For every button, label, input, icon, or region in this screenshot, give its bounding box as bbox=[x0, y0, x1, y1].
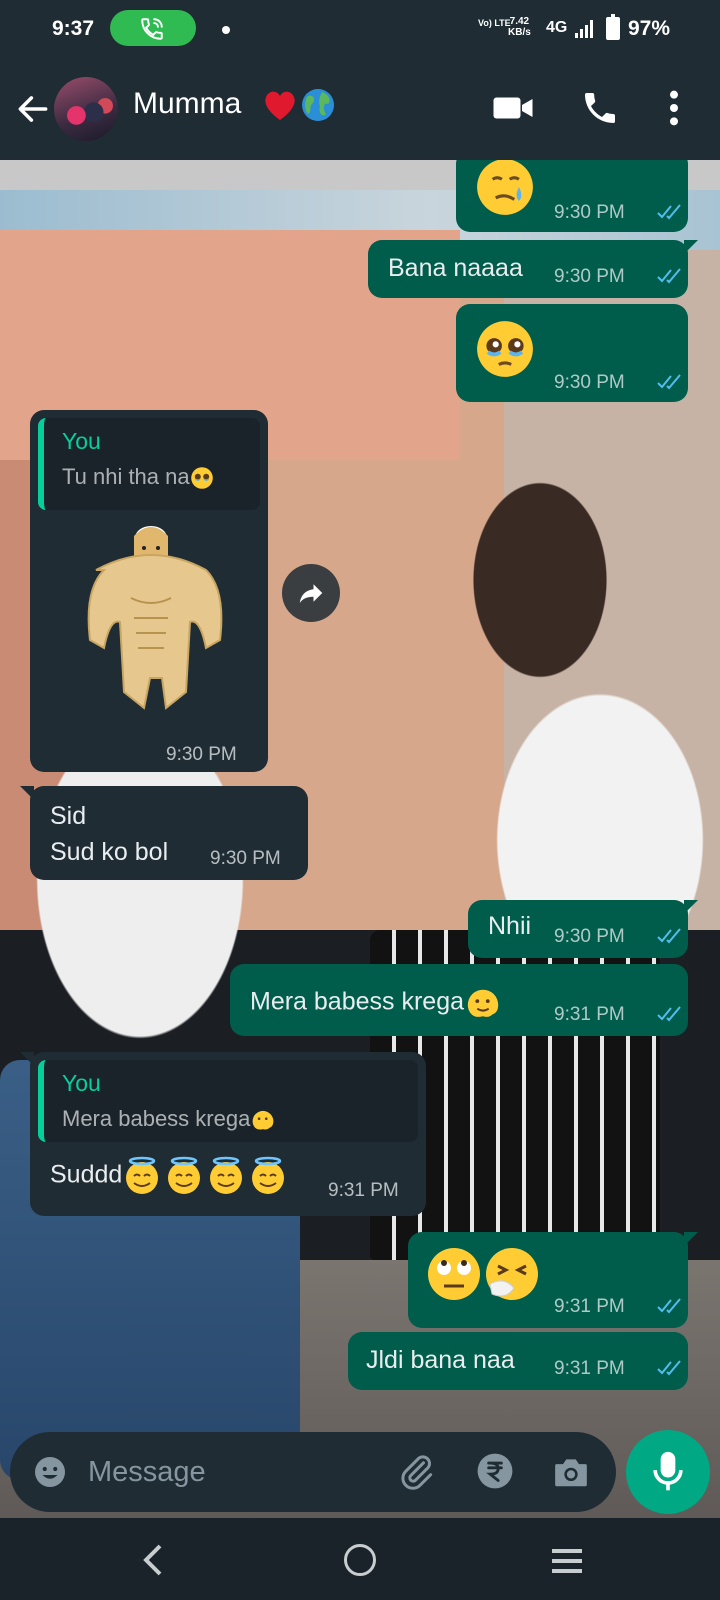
network-speed-unit: KB/s bbox=[508, 27, 531, 38]
status-bar: 9:37 Vo) LTE 7.42 KB/s 4G 97% bbox=[0, 0, 720, 58]
pleading-tears-face-emoji bbox=[477, 321, 533, 377]
message-time: 9:31 PM bbox=[328, 1180, 399, 1201]
quoted-text-value: Mera babess krega bbox=[62, 1106, 251, 1131]
payment-rupee-icon[interactable] bbox=[476, 1452, 514, 1490]
chat-header: Mumma bbox=[0, 58, 720, 160]
red-heart-emoji bbox=[265, 91, 295, 120]
camera-icon[interactable] bbox=[552, 1454, 590, 1490]
ongoing-call-pill[interactable] bbox=[110, 10, 196, 46]
read-ticks-icon bbox=[657, 1006, 681, 1022]
video-call-icon[interactable] bbox=[492, 90, 534, 126]
emoji-picker-icon[interactable] bbox=[32, 1454, 68, 1490]
nav-recents-icon[interactable] bbox=[550, 1548, 584, 1574]
message-bubble-outgoing[interactable]: 9:30 PM bbox=[456, 304, 688, 402]
sneezing-face-emoji bbox=[486, 1248, 538, 1300]
attachment-icon[interactable] bbox=[396, 1452, 436, 1492]
message-bubble-outgoing[interactable]: Nhii 9:30 PM bbox=[468, 900, 698, 958]
message-time: 9:31 PM bbox=[554, 1358, 625, 1379]
emoji-group bbox=[428, 1248, 538, 1300]
message-bubble-outgoing[interactable]: 9:30 PM bbox=[456, 160, 688, 232]
message-text: Suddd bbox=[50, 1156, 290, 1196]
phone-call-icon bbox=[141, 18, 163, 40]
globe-emoji bbox=[302, 89, 334, 121]
system-navigation-bar bbox=[0, 1518, 720, 1600]
contact-name[interactable]: Mumma bbox=[133, 87, 241, 121]
message-time: 9:31 PM bbox=[554, 1296, 625, 1317]
message-text-value: Mera babess krega bbox=[250, 987, 465, 1016]
melting-face-emoji bbox=[467, 989, 499, 1017]
message-bubble-outgoing[interactable]: Bana naaaa 9:30 PM bbox=[368, 240, 698, 298]
voice-call-icon[interactable] bbox=[580, 88, 620, 128]
message-bubble-outgoing[interactable]: 9:31 PM bbox=[408, 1232, 698, 1328]
back-arrow-icon[interactable] bbox=[14, 90, 52, 128]
message-bubble-incoming[interactable]: You Tu nhi tha na 9:30 PM bbox=[30, 410, 268, 772]
quoted-text-value: Tu nhi tha na bbox=[62, 464, 190, 489]
message-text: Bana naaaa bbox=[388, 254, 523, 282]
forward-icon bbox=[299, 584, 323, 603]
melting-face-emoji bbox=[252, 1111, 274, 1130]
battery-percentage: 97% bbox=[628, 17, 671, 40]
read-ticks-icon bbox=[657, 928, 681, 944]
chat-wallpaper: 9:30 PM Bana naaaa 9:30 PM 9:30 PM You T… bbox=[0, 160, 720, 1518]
smiling-face-with-halo-emoji-x4 bbox=[126, 1156, 285, 1194]
pleading-tears-face-emoji bbox=[190, 467, 213, 489]
message-text: Sid Sud ko bol bbox=[50, 802, 169, 866]
microphone-icon bbox=[653, 1451, 683, 1491]
message-time: 9:30 PM bbox=[166, 744, 237, 765]
message-text: Jldi bana naa bbox=[366, 1346, 515, 1374]
face-with-rolling-eyes-emoji bbox=[428, 1248, 480, 1300]
message-text: Mera babess krega bbox=[250, 984, 502, 1022]
message-bubble-outgoing[interactable]: Jldi bana naa 9:31 PM bbox=[348, 1332, 688, 1390]
read-ticks-icon bbox=[657, 204, 681, 220]
message-bubble-incoming[interactable]: You Mera babess krega Suddd 9:31 PM bbox=[20, 1052, 426, 1216]
message-time: 9:30 PM bbox=[554, 202, 625, 223]
quoted-text: Mera babess krega bbox=[62, 1106, 276, 1133]
message-composer bbox=[10, 1432, 616, 1512]
message-time: 9:31 PM bbox=[554, 1004, 625, 1025]
quoted-text: Tu nhi tha na bbox=[62, 464, 214, 490]
network-speed: 7.42 KB/s bbox=[508, 16, 531, 38]
read-ticks-icon bbox=[657, 268, 681, 284]
quoted-reply[interactable]: You Tu nhi tha na bbox=[38, 418, 260, 510]
message-input[interactable] bbox=[88, 1448, 378, 1496]
message-bubble-outgoing[interactable]: Mera babess krega 9:31 PM bbox=[230, 964, 688, 1036]
quoted-author: You bbox=[62, 428, 101, 454]
quoted-reply[interactable]: You Mera babess krega bbox=[38, 1060, 418, 1142]
notification-dot bbox=[222, 26, 230, 34]
network-speed-value: 7.42 bbox=[509, 16, 530, 27]
signal-strength-icon bbox=[575, 20, 593, 38]
message-time: 9:30 PM bbox=[554, 926, 625, 947]
read-ticks-icon bbox=[657, 374, 681, 390]
message-bubble-incoming[interactable]: Sid Sud ko bol 9:30 PM bbox=[20, 786, 308, 880]
battery-icon bbox=[606, 14, 620, 40]
read-ticks-icon bbox=[657, 1360, 681, 1376]
volte-indicator: Vo) LTE bbox=[478, 18, 511, 28]
quoted-author: You bbox=[62, 1070, 101, 1096]
network-type: 4G bbox=[546, 19, 568, 36]
status-time: 9:37 bbox=[52, 17, 95, 40]
message-time: 9:30 PM bbox=[554, 266, 625, 287]
more-options-icon[interactable] bbox=[664, 88, 684, 128]
message-time: 9:30 PM bbox=[554, 372, 625, 393]
forward-button[interactable] bbox=[282, 564, 340, 622]
voice-message-button[interactable] bbox=[626, 1430, 710, 1514]
face-holding-back-tears-emoji bbox=[477, 160, 533, 215]
nav-back-icon[interactable] bbox=[140, 1544, 164, 1576]
read-ticks-icon bbox=[657, 1298, 681, 1314]
contact-avatar[interactable] bbox=[54, 77, 118, 141]
buff-doge-sticker[interactable] bbox=[56, 518, 246, 732]
contact-name-emoji bbox=[265, 89, 334, 121]
message-time: 9:30 PM bbox=[210, 848, 281, 869]
message-text-value: Suddd bbox=[50, 1160, 123, 1189]
nav-home-icon[interactable] bbox=[344, 1544, 376, 1576]
message-text: Nhii bbox=[488, 912, 532, 940]
